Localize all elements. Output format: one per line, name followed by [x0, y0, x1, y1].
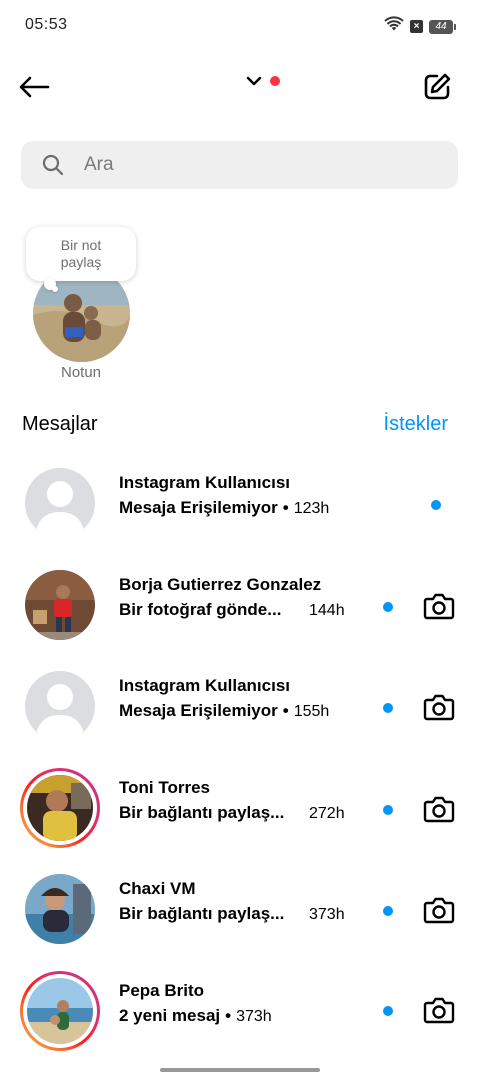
camera-button[interactable] [422, 690, 456, 724]
contact-name: Chaxi VM [119, 879, 196, 898]
arrow-left-icon [19, 76, 50, 98]
avatar [18, 766, 102, 850]
camera-icon [423, 897, 455, 924]
edit-icon [424, 73, 451, 100]
compose-button[interactable] [419, 69, 455, 105]
avatar [18, 867, 102, 951]
unread-dot [383, 703, 393, 713]
conversation-row[interactable]: Chaxi VM Bir bağlantı paylaş... 373h [0, 867, 479, 967]
unread-dot [383, 906, 393, 916]
photo-avatar [27, 978, 93, 1044]
message-preview: Bir bağlantı paylaş... 272h [119, 803, 345, 823]
avatar [18, 969, 102, 1053]
conversation-row[interactable]: Instagram Kullanıcısı Mesaja Erişilemiyo… [0, 664, 479, 764]
contact-name: Instagram Kullanıcısı [119, 676, 290, 695]
messages-section-header: Mesajlar İstekler [22, 410, 448, 438]
note-section[interactable]: Bir not paylaş Notun [20, 222, 140, 392]
preview-text: 2 yeni mesaj [119, 1006, 221, 1025]
camera-button[interactable] [422, 893, 456, 927]
preview-text: Bir bağlantı paylaş... [119, 803, 285, 822]
avatar [18, 563, 102, 647]
preview-text: Bir fotoğraf gönde... [119, 600, 282, 619]
message-preview: 2 yeni mesaj • 373h [119, 1006, 272, 1026]
status-time: 05:53 [25, 16, 68, 33]
message-preview: Mesaja Erişilemiyor • 155h [119, 701, 329, 721]
account-switcher[interactable] [246, 75, 280, 87]
unread-dot [431, 500, 441, 510]
message-time: 144h [309, 602, 345, 619]
conversation-row[interactable]: Borja Gutierrez Gonzalez Bir fotoğraf gö… [0, 563, 479, 663]
status-bar: 05:53 × 44 [0, 0, 479, 52]
photo-avatar [27, 775, 93, 841]
camera-button[interactable] [422, 792, 456, 826]
photo-avatar [25, 874, 95, 944]
conversation-row[interactable]: Instagram Kullanıcısı Mesaja Erişilemiyo… [0, 461, 479, 561]
wifi-icon [384, 16, 404, 37]
camera-button[interactable] [422, 993, 456, 1027]
preview-text: Mesaja Erişilemiyor [119, 498, 278, 517]
separator-dot: • [282, 701, 289, 720]
camera-icon [423, 593, 455, 620]
camera-icon [423, 694, 455, 721]
separator-dot: • [282, 498, 289, 517]
home-indicator[interactable] [160, 1068, 320, 1072]
search-icon [42, 153, 66, 177]
notification-dot [270, 76, 280, 86]
message-time: 373h [309, 906, 345, 923]
message-preview: Mesaja Erişilemiyor • 123h [119, 498, 329, 518]
avatar [18, 461, 102, 545]
message-preview: Bir bağlantı paylaş... 373h [119, 904, 345, 924]
preview-text: Bir bağlantı paylaş... [119, 904, 285, 923]
message-time: 123h [293, 500, 330, 517]
default-avatar-icon [25, 468, 95, 538]
contact-name: Borja Gutierrez Gonzalez [119, 575, 322, 594]
bubble-tail-small [52, 286, 58, 292]
contact-name: Instagram Kullanıcısı [119, 473, 290, 492]
message-time: 272h [309, 805, 345, 822]
header [0, 60, 479, 114]
message-time: 155h [293, 703, 330, 720]
photo-avatar [25, 570, 95, 640]
messages-title: Mesajlar [22, 412, 98, 435]
unread-dot [383, 602, 393, 612]
back-button[interactable] [18, 70, 58, 104]
avatar [18, 664, 102, 748]
contact-name: Toni Torres [119, 778, 210, 797]
chevron-down-icon [246, 76, 262, 86]
search-bar[interactable] [21, 141, 458, 189]
default-avatar-icon [25, 671, 95, 741]
note-bubble[interactable]: Bir not paylaş [26, 227, 136, 281]
camera-button[interactable] [422, 589, 456, 623]
note-prompt-line1: Bir not [60, 237, 102, 253]
status-icons: × 44 [384, 16, 456, 37]
unread-dot [383, 805, 393, 815]
no-sim-icon: × [410, 20, 423, 33]
search-input[interactable] [84, 154, 424, 176]
note-prompt-line2: paylaş [60, 254, 102, 270]
requests-link[interactable]: İstekler [384, 413, 448, 436]
preview-text: Mesaja Erişilemiyor [119, 701, 278, 720]
conversation-row[interactable]: Toni Torres Bir bağlantı paylaş... 272h [0, 766, 479, 866]
camera-icon [423, 997, 455, 1024]
story-ring[interactable] [20, 971, 100, 1051]
conversation-row[interactable]: Pepa Brito 2 yeni mesaj • 373h [0, 969, 479, 1069]
message-time: 373h [236, 1008, 272, 1025]
contact-name: Pepa Brito [119, 981, 205, 1000]
unread-dot [383, 1006, 393, 1016]
note-label: Notun [60, 364, 102, 381]
camera-icon [423, 796, 455, 823]
battery-icon: 44 [429, 19, 456, 34]
message-preview: Bir fotoğraf gönde... 144h [119, 600, 345, 620]
separator-dot: • [225, 1006, 232, 1025]
story-ring[interactable] [20, 768, 100, 848]
